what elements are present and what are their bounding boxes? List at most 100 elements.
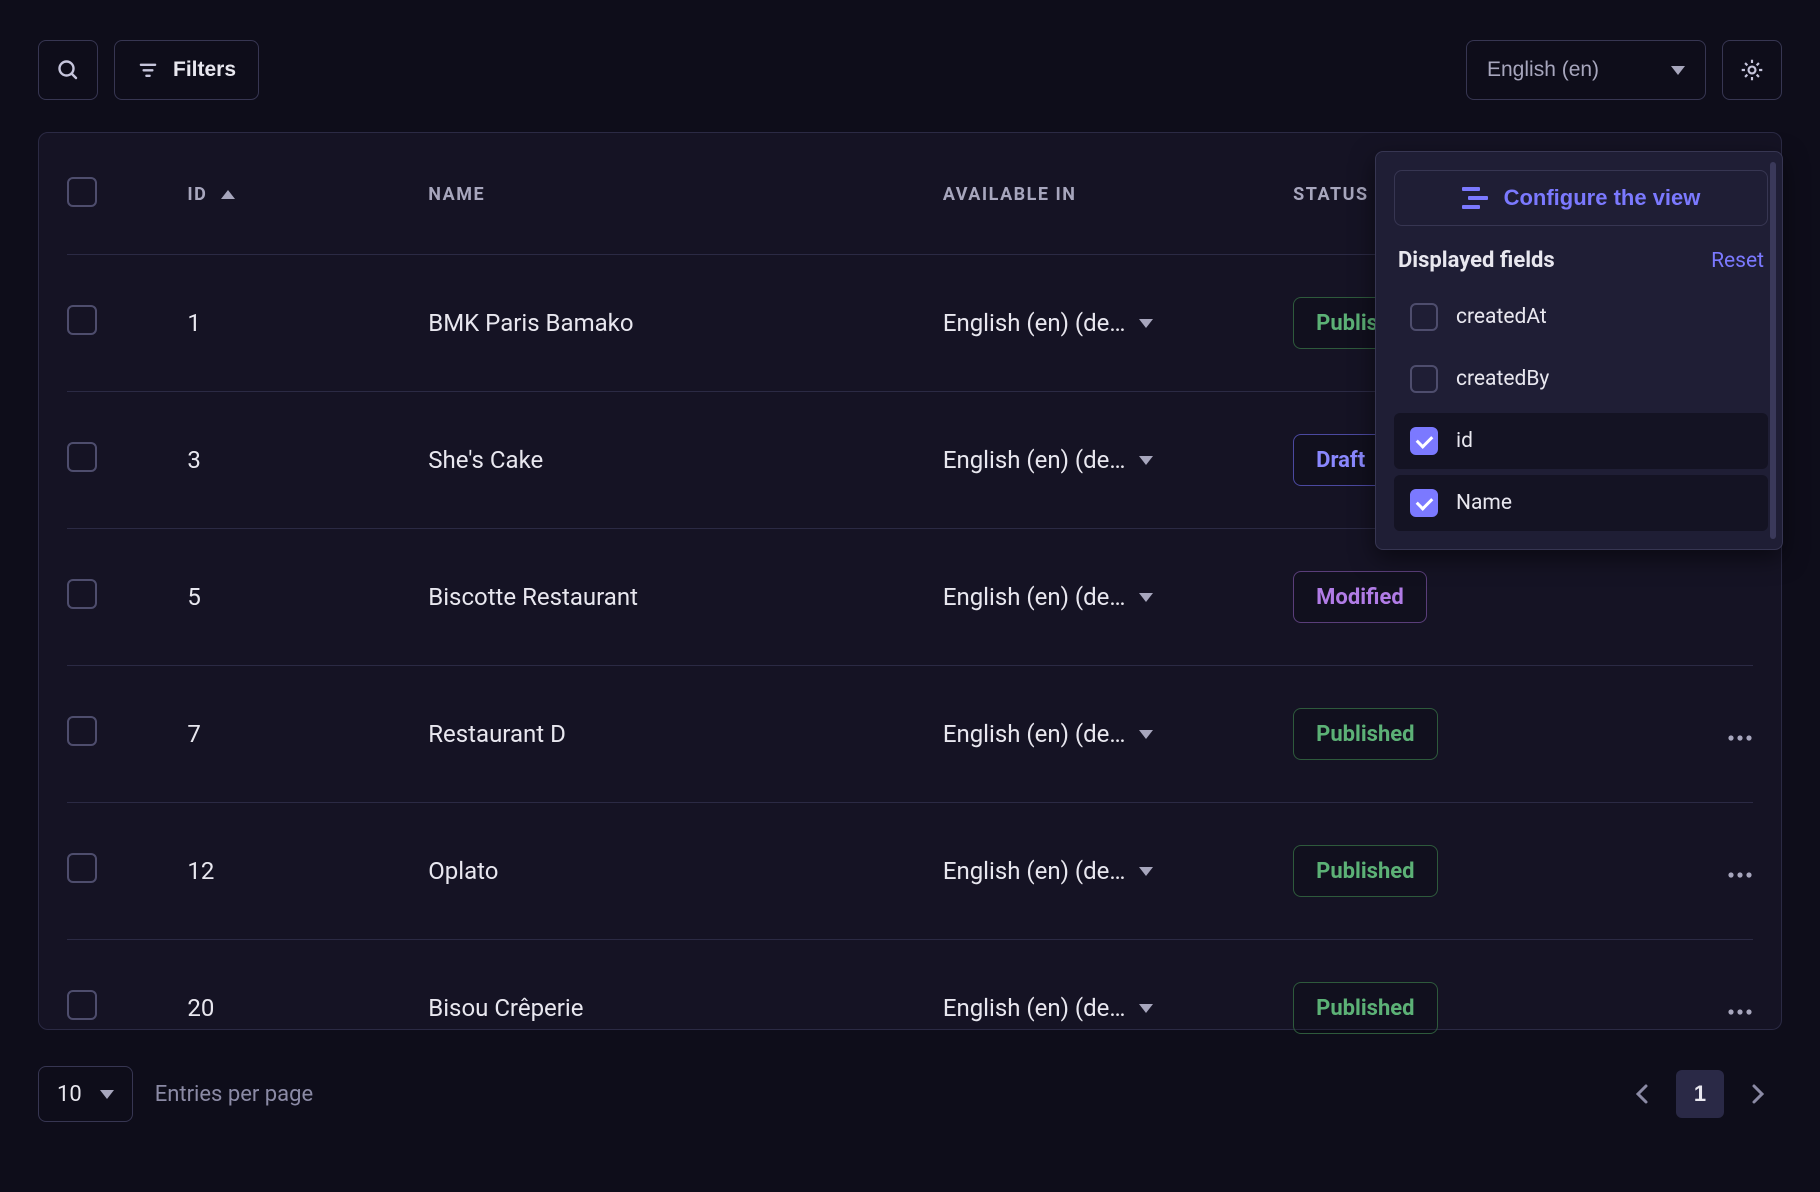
current-page-label: 1 xyxy=(1694,1081,1706,1107)
field-option[interactable]: id xyxy=(1394,413,1768,469)
configure-label: Configure the view xyxy=(1504,185,1701,211)
cell-id: 12 xyxy=(187,803,428,940)
header-available-label: AVAILABLE IN xyxy=(943,184,1077,205)
row-checkbox[interactable] xyxy=(67,442,97,472)
chevron-down-icon xyxy=(1139,456,1153,465)
cell-name: Restaurant D xyxy=(428,666,943,803)
filters-label: Filters xyxy=(173,58,236,82)
cell-name: She's Cake xyxy=(428,392,943,529)
cell-id: 3 xyxy=(187,392,428,529)
page-1-button[interactable]: 1 xyxy=(1676,1070,1724,1118)
chevron-down-icon xyxy=(1139,730,1153,739)
status-badge: Modified xyxy=(1293,571,1427,623)
chevron-down-icon xyxy=(1139,1004,1153,1013)
filters-button[interactable]: Filters xyxy=(114,40,259,100)
cell-id: 5 xyxy=(187,529,428,666)
header-id-label: ID xyxy=(187,184,207,205)
status-badge: Published xyxy=(1293,982,1437,1034)
field-checkbox[interactable] xyxy=(1410,489,1438,517)
header-status-label: STATUS xyxy=(1293,184,1368,205)
more-icon xyxy=(1727,871,1753,879)
chevron-down-icon xyxy=(1671,66,1685,75)
configure-icon xyxy=(1462,187,1488,209)
locale-label: English (en) (de… xyxy=(943,720,1126,748)
cell-name: Oplato xyxy=(428,803,943,940)
field-label: createdBy xyxy=(1456,367,1549,391)
chevron-right-icon xyxy=(1750,1083,1766,1105)
row-checkbox[interactable] xyxy=(67,579,97,609)
toolbar-left: Filters xyxy=(38,40,259,100)
row-checkbox[interactable] xyxy=(67,305,97,335)
search-button[interactable] xyxy=(38,40,98,100)
locale-label: English (en) (de… xyxy=(943,583,1126,611)
field-checkbox[interactable] xyxy=(1410,427,1438,455)
header-select-all xyxy=(67,133,187,255)
data-table-card: ID NAME AVAILABLE IN STATUS 1BMK Paris B… xyxy=(38,132,1782,1030)
chevron-down-icon xyxy=(1139,593,1153,602)
field-list: createdAt createdBy id Name xyxy=(1394,289,1768,531)
filter-icon xyxy=(137,59,159,81)
locale-select[interactable]: English (en) (de… xyxy=(943,720,1154,748)
sort-asc-icon xyxy=(221,190,235,199)
table-row[interactable]: 7Restaurant DEnglish (en) (de…Published xyxy=(67,666,1753,803)
chevron-down-icon xyxy=(1139,319,1153,328)
popover-header: Displayed fields Reset xyxy=(1394,248,1768,273)
table-row[interactable]: 20Bisou CrêperieEnglish (en) (de… Publish… xyxy=(67,940,1753,1077)
header-available-in[interactable]: AVAILABLE IN xyxy=(943,133,1293,255)
header-name-label: NAME xyxy=(428,184,485,205)
field-label: id xyxy=(1456,429,1473,453)
field-option[interactable]: Name xyxy=(1394,475,1768,531)
language-label: English (en) xyxy=(1487,58,1599,82)
row-actions-button[interactable] xyxy=(1727,734,1753,742)
field-checkbox[interactable] xyxy=(1410,303,1438,331)
header-id[interactable]: ID xyxy=(187,133,428,255)
field-option[interactable]: createdBy xyxy=(1394,351,1768,407)
locale-select[interactable]: English (en) (de… xyxy=(943,857,1154,885)
language-select[interactable]: English (en) xyxy=(1466,40,1706,100)
gear-icon xyxy=(1739,57,1765,83)
locale-label: English (en) (de… xyxy=(943,309,1126,337)
cell-id: 1 xyxy=(187,255,428,392)
chevron-left-icon xyxy=(1634,1083,1650,1105)
row-checkbox[interactable] xyxy=(67,716,97,746)
more-icon xyxy=(1727,734,1753,742)
locale-select[interactable]: English (en) (de… xyxy=(943,994,1154,1022)
settings-button[interactable] xyxy=(1722,40,1782,100)
cell-id: 20 xyxy=(187,940,428,1077)
locale-select[interactable]: English (en) (de… xyxy=(943,309,1154,337)
select-all-checkbox[interactable] xyxy=(67,177,97,207)
locale-label: English (en) (de… xyxy=(943,446,1126,474)
field-label: Name xyxy=(1456,491,1512,515)
field-checkbox[interactable] xyxy=(1410,365,1438,393)
reset-button[interactable]: Reset xyxy=(1711,249,1764,273)
prev-page-button[interactable] xyxy=(1618,1070,1666,1118)
locale-label: English (en) (de… xyxy=(943,994,1126,1022)
next-page-button[interactable] xyxy=(1734,1070,1782,1118)
locale-select[interactable]: English (en) (de… xyxy=(943,583,1154,611)
cell-id: 7 xyxy=(187,666,428,803)
configure-view-button[interactable]: Configure the view xyxy=(1394,170,1768,226)
chevron-down-icon xyxy=(1139,867,1153,876)
status-badge: Published xyxy=(1293,845,1437,897)
cell-name: BMK Paris Bamako xyxy=(428,255,943,392)
toolbar-right: English (en) xyxy=(1466,40,1782,100)
sort-id: ID xyxy=(187,184,235,205)
view-settings-popover: Configure the view Displayed fields Rese… xyxy=(1375,151,1783,550)
locale-label: English (en) (de… xyxy=(943,857,1126,885)
displayed-fields-title: Displayed fields xyxy=(1398,248,1555,273)
field-label: createdAt xyxy=(1456,305,1547,329)
row-checkbox[interactable] xyxy=(67,853,97,883)
cell-name: Bisou Crêperie xyxy=(428,940,943,1077)
search-icon xyxy=(56,58,80,82)
table-row[interactable]: 12OplatoEnglish (en) (de… Published xyxy=(67,803,1753,940)
field-option[interactable]: createdAt xyxy=(1394,289,1768,345)
locale-select[interactable]: English (en) (de… xyxy=(943,446,1154,474)
header-name[interactable]: NAME xyxy=(428,133,943,255)
row-checkbox[interactable] xyxy=(67,990,97,1020)
popover-scrollbar[interactable] xyxy=(1770,162,1776,539)
row-actions-button[interactable] xyxy=(1727,871,1753,879)
page-size-value: 10 xyxy=(57,1082,82,1107)
row-actions-button[interactable] xyxy=(1727,1008,1753,1016)
entries-per-page-label: Entries per page xyxy=(155,1082,313,1107)
status-badge: Draft xyxy=(1293,434,1388,486)
